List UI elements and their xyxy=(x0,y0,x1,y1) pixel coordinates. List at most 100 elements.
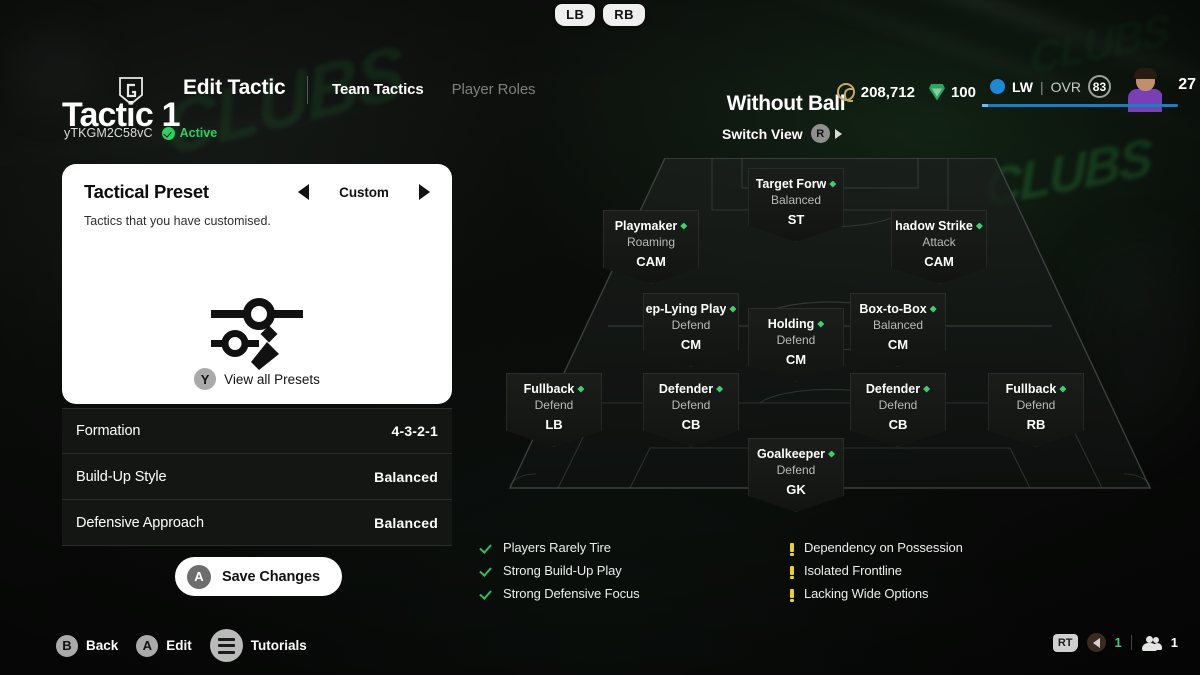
setting-row-build-up-style[interactable]: Build-Up Style Balanced xyxy=(62,454,452,500)
player-slot: CAM xyxy=(636,254,666,269)
header-divider xyxy=(307,76,308,104)
bumper-lb[interactable]: LB xyxy=(555,4,596,26)
footer: B Back A Edit Tutorials RT 1 1 xyxy=(0,617,1200,675)
coins-display: 208,712 xyxy=(836,83,915,102)
setting-value: Balanced xyxy=(374,514,438,531)
player-summary-line: LW | OVR 83 xyxy=(990,75,1111,98)
b-button-icon: B xyxy=(56,634,78,657)
setting-value: Balanced xyxy=(374,468,438,485)
header-right: 208,712 100 LW | OVR 83 27 xyxy=(836,68,1200,112)
bumper-buttons: LB RB xyxy=(0,4,1200,26)
footer-divider xyxy=(1130,635,1132,650)
tactical-preset-card[interactable]: Tactical Preset Custom Tactics that you … xyxy=(62,164,452,404)
ovr-value: 83 xyxy=(1087,75,1111,98)
preset-description: Tactics that you have customised. xyxy=(84,214,271,228)
pitch: Target Forw Balanced ST Playmaker Roamin… xyxy=(460,157,1200,512)
page-title: Edit Tactic xyxy=(183,76,286,99)
setting-row-defensive-approach[interactable]: Defensive Approach Balanced xyxy=(62,500,452,546)
tactic-subtitle: yTKGM2C58vC Active xyxy=(64,126,217,140)
player-role: Fullback xyxy=(506,382,602,396)
weakness-item: Lacking Wide Options xyxy=(790,582,1100,605)
switch-view-label: Switch View xyxy=(722,125,803,142)
edit-label: Edit xyxy=(166,638,192,653)
strengths-column: Players Rarely Tire Strong Build-Up Play… xyxy=(480,536,790,605)
status-label: Active xyxy=(179,126,218,140)
player-focus: Defend xyxy=(534,398,574,412)
player-number: 27 xyxy=(1178,76,1196,93)
role-plus-icon xyxy=(1059,385,1067,393)
player-role: Fullback xyxy=(988,382,1084,396)
chevron-left-icon[interactable] xyxy=(298,184,309,200)
back-button[interactable]: B Back xyxy=(56,634,118,657)
player-slot: LB xyxy=(545,417,563,432)
player-focus: Defend xyxy=(671,318,711,332)
player-role: Target Forw xyxy=(748,177,844,191)
y-button-icon: Y xyxy=(194,368,217,390)
tutorials-label: Tutorials xyxy=(250,638,307,653)
player-slot: CM xyxy=(785,352,807,367)
right-stick-icon: R xyxy=(810,124,830,143)
check-icon xyxy=(480,543,493,553)
role-plus-icon xyxy=(929,305,937,313)
switch-view-button[interactable]: Switch View R xyxy=(722,124,842,143)
traits-panel: Players Rarely Tire Strong Build-Up Play… xyxy=(480,536,1100,605)
tab-player-roles[interactable]: Player Roles xyxy=(452,81,536,98)
player-slot: CB xyxy=(888,417,908,432)
player-role: ep-Lying Play xyxy=(643,302,739,316)
status-badge: Active xyxy=(161,126,218,140)
tactic-id: yTKGM2C58vC xyxy=(64,126,153,140)
sliders-pencil-icon xyxy=(211,298,303,370)
setting-label: Defensive Approach xyxy=(76,514,204,531)
points-display: 100 xyxy=(928,83,976,101)
warning-icon xyxy=(790,589,794,602)
role-plus-icon xyxy=(729,305,737,313)
chevron-right-icon[interactable] xyxy=(419,184,430,200)
role-plus-icon xyxy=(817,320,825,328)
check-icon xyxy=(480,566,493,576)
setting-label: Formation xyxy=(76,423,141,439)
preset-title: Tactical Preset xyxy=(84,181,209,202)
player-role: Box-to-Box xyxy=(850,302,946,316)
player-summary[interactable]: LW | OVR 83 27 xyxy=(982,68,1200,112)
player-role: Defender xyxy=(850,382,946,396)
fc-points-icon xyxy=(928,83,945,101)
footer-left: B Back A Edit Tutorials xyxy=(56,629,325,662)
bumper-rb[interactable]: RB xyxy=(603,4,645,26)
tutorials-button[interactable]: Tutorials xyxy=(209,629,307,662)
setting-label: Build-Up Style xyxy=(76,468,167,485)
save-changes-button[interactable]: A Save Changes xyxy=(175,557,342,596)
role-plus-icon xyxy=(923,385,931,393)
role-plus-icon xyxy=(829,180,837,188)
player-divider: | xyxy=(1040,78,1044,95)
coins-icon xyxy=(836,83,855,102)
view-all-presets-label: View all Presets xyxy=(224,371,320,387)
people-icon xyxy=(1141,635,1162,651)
position-dot-icon xyxy=(990,79,1005,94)
rt-trigger-icon[interactable]: RT xyxy=(1052,633,1078,652)
player-slot: ST xyxy=(787,212,805,227)
voice-chat-icon[interactable] xyxy=(1086,633,1106,652)
setting-value: 4-3-2-1 xyxy=(391,423,438,439)
club-crest-icon xyxy=(119,77,143,106)
header: Edit Tactic Team Tactics Player Roles 20… xyxy=(0,34,1200,112)
edit-button[interactable]: A Edit xyxy=(136,634,192,657)
role-plus-icon xyxy=(716,385,724,393)
preset-value: Custom xyxy=(339,184,389,200)
tab-team-tactics[interactable]: Team Tactics xyxy=(332,81,424,98)
ovr-label: OVR xyxy=(1050,78,1081,95)
warning-icon xyxy=(790,566,794,579)
player-focus: Defend xyxy=(878,398,918,412)
player-slot: CM xyxy=(680,337,702,352)
player-slot: RB xyxy=(1026,417,1046,432)
view-all-presets-button[interactable]: Y View all Presets xyxy=(62,368,452,390)
player-focus: Defend xyxy=(776,333,816,347)
player-focus: Defend xyxy=(671,398,711,412)
role-plus-icon xyxy=(680,222,688,230)
a-button-icon: A xyxy=(136,634,159,657)
settings-list: Formation 4-3-2-1 Build-Up Style Balance… xyxy=(62,408,452,546)
player-slot: GK xyxy=(786,482,806,497)
player-role: Goalkeeper xyxy=(748,447,844,461)
setting-row-formation[interactable]: Formation 4-3-2-1 xyxy=(62,408,452,454)
preset-selector: Custom xyxy=(298,184,430,200)
check-icon xyxy=(480,589,493,599)
